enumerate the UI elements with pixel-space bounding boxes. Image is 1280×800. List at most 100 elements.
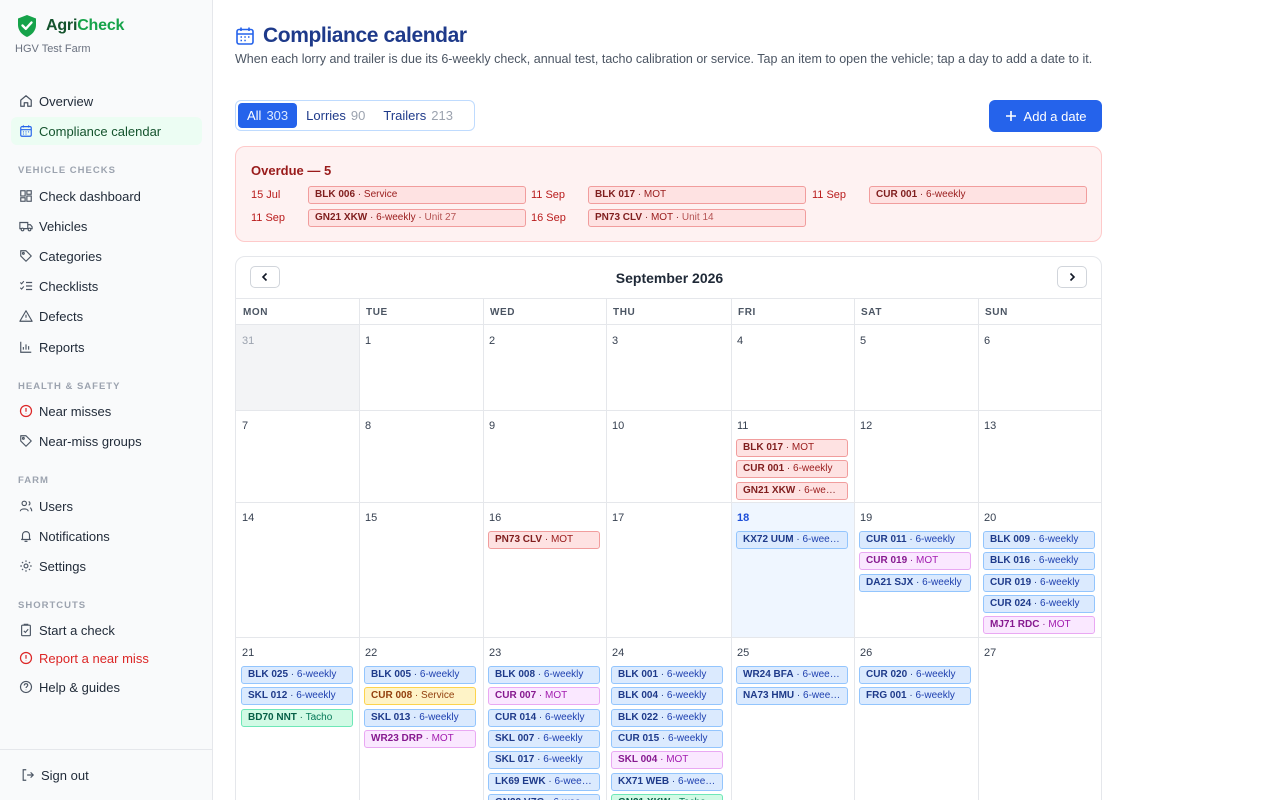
calendar-day-cell[interactable]: 25 WR24 BFA · 6-wee… NA73 HMU · 6-wee… — [731, 637, 854, 800]
calendar-day-cell[interactable]: 24 BLK 001 · 6-weekly BLK 004 · 6-weekly BL… — [606, 637, 731, 800]
calendar-day-cell[interactable]: 15 — [359, 502, 483, 637]
calendar-day-cell[interactable]: 2 — [483, 325, 606, 410]
day-number: 11 — [737, 420, 749, 432]
calendar-day-cell[interactable]: 9 — [483, 410, 606, 502]
calendar-event-chip[interactable]: SKL 007 · 6-weekly — [488, 729, 600, 748]
nav-check-dashboard[interactable]: Check dashboard — [11, 182, 202, 210]
calendar-day-cell[interactable]: 19 CUR 011 · 6-weekly CUR 019 · MOT DA21 SJ… — [854, 502, 978, 637]
calendar-day-cell[interactable]: 6 — [978, 325, 1101, 410]
nav-categories[interactable]: Categories — [11, 242, 202, 270]
calendar-event-chip[interactable]: BLK 001 · 6-weekly — [611, 666, 723, 684]
calendar-day-cell[interactable]: 5 — [854, 325, 978, 410]
calendar-day-cell[interactable]: 10 — [606, 410, 731, 502]
weekday-label: THU — [613, 307, 636, 318]
calendar-event-chip[interactable]: CUR 019 · MOT — [859, 552, 971, 571]
calendar-event-chip[interactable]: KX72 UUM · 6-wee… — [736, 531, 848, 549]
overdue-item[interactable]: GN21 XKW · 6-weekly · Unit 27 — [308, 209, 526, 227]
nav-start-check[interactable]: Start a check — [11, 616, 202, 644]
calendar-event-chip[interactable]: BLK 016 · 6-weekly — [983, 552, 1095, 571]
calendar-event-chip[interactable]: CUR 014 · 6-weekly — [488, 708, 600, 727]
calendar-event-chip[interactable]: BLK 025 · 6-weekly — [241, 666, 353, 684]
calendar-day-cell[interactable]: 7 — [236, 410, 359, 502]
calendar-event-chip[interactable]: PN73 CLV · MOT — [488, 531, 600, 549]
nav-report-near-miss[interactable]: Report a near miss — [11, 644, 202, 672]
overdue-item[interactable]: BLK 017 · MOT — [588, 186, 806, 204]
calendar-event-chip[interactable]: CUR 007 · MOT — [488, 687, 600, 706]
calendar-event-chip[interactable]: BD70 NNT · Tacho — [241, 708, 353, 727]
calendar-day-cell[interactable]: 1 — [359, 325, 483, 410]
calendar-day-cell[interactable]: 17 — [606, 502, 731, 637]
calendar-day-cell[interactable]: 23 BLK 008 · 6-weekly CUR 007 · MOT CUR 014… — [483, 637, 606, 800]
calendar-day-cell[interactable]: 21 BLK 025 · 6-weekly SKL 012 · 6-weekly BD… — [236, 637, 359, 800]
calendar-event-chip[interactable]: NA73 HMU · 6-wee… — [736, 687, 848, 706]
calendar-event-chip[interactable]: BLK 009 · 6-weekly — [983, 531, 1095, 549]
nav-defects[interactable]: Defects — [11, 302, 202, 330]
calendar-event-chip[interactable]: KX71 WEB · 6-wee… — [611, 772, 723, 791]
calendar-event-chip[interactable]: CUR 011 · 6-weekly — [859, 531, 971, 549]
overdue-item[interactable]: BLK 006 · Service — [308, 186, 526, 204]
calendar-event-chip[interactable]: WR24 BFA · 6-wee… — [736, 666, 848, 684]
calendar-event-chip[interactable]: GN22 VZG · 6-wee… — [488, 793, 600, 800]
calendar-event-chip[interactable]: CUR 001 · 6-weekly — [736, 460, 848, 479]
add-date-button[interactable]: Add a date — [989, 100, 1102, 132]
nav-reports[interactable]: Reports — [11, 333, 202, 361]
calendar-event-chip[interactable]: BLK 004 · 6-weekly — [611, 687, 723, 706]
calendar-day-cell[interactable]: 26 CUR 020 · 6-weekly FRG 001 · 6-weekly — [854, 637, 978, 800]
nav-sign-out[interactable]: Sign out — [13, 761, 204, 789]
nav-users[interactable]: Users — [11, 492, 202, 520]
brand-logo[interactable]: AgriCheck — [16, 14, 124, 38]
calendar-event-chip[interactable]: CUR 019 · 6-weekly — [983, 573, 1095, 592]
overdue-item[interactable]: PN73 CLV · MOT · Unit 14 — [588, 209, 806, 227]
calendar-day-cell[interactable]: 27 — [978, 637, 1101, 800]
nav-vehicles[interactable]: Vehicles — [11, 212, 202, 240]
calendar-event-chip[interactable]: SKL 012 · 6-weekly — [241, 687, 353, 706]
calendar-event-chip[interactable]: GN21 XKW · 6-wee… — [736, 481, 848, 500]
calendar-event-chip[interactable]: CUR 024 · 6-weekly — [983, 594, 1095, 613]
nav-overview[interactable]: Overview — [11, 87, 202, 115]
next-month-button[interactable] — [1057, 266, 1087, 288]
calendar-event-chip[interactable]: DA21 SJX · 6-weekly — [859, 573, 971, 592]
calendar-day-cell[interactable]: 11 BLK 017 · MOT CUR 001 · 6-weekly GN21 XK… — [731, 410, 854, 502]
calendar-day-cell[interactable]: 14 — [236, 502, 359, 637]
calendar-day-cell[interactable]: 4 — [731, 325, 854, 410]
calendar-day-cell[interactable]: 3 — [606, 325, 731, 410]
calendar-event-chip[interactable]: BLK 017 · MOT — [736, 439, 848, 457]
calendar-event-chip[interactable]: SKL 013 · 6-weekly — [364, 708, 476, 727]
page-header: Compliance calendar — [235, 24, 467, 48]
nav-section-vehicle-checks: VEHICLE CHECKS — [18, 165, 116, 176]
calendar-event-chip[interactable]: FRG 001 · 6-weekly — [859, 687, 971, 706]
calendar-event-chip[interactable]: GN21 XKW · Tacho — [611, 793, 723, 800]
calendar-day-cell[interactable]: 16 PN73 CLV · MOT — [483, 502, 606, 637]
calendar-event-chip[interactable]: BLK 008 · 6-weekly — [488, 666, 600, 684]
calendar-day-cell[interactable]: 18 KX72 UUM · 6-wee… — [731, 502, 854, 637]
calendar-event-chip[interactable]: BLK 022 · 6-weekly — [611, 708, 723, 727]
calendar-event-chip[interactable]: MJ71 RDC · MOT — [983, 616, 1095, 635]
filter-trailers[interactable]: Trailers 213 — [374, 103, 462, 128]
calendar-event-chip[interactable]: SKL 004 · MOT — [611, 751, 723, 770]
calendar-event-chip[interactable]: CUR 008 · Service — [364, 687, 476, 706]
calendar-day-cell[interactable]: 8 — [359, 410, 483, 502]
calendar-day-cell[interactable]: 22 BLK 005 · 6-weekly CUR 008 · Service SKL… — [359, 637, 483, 800]
overdue-item[interactable]: CUR 001 · 6-weekly — [869, 186, 1087, 204]
nav-settings[interactable]: Settings — [11, 552, 202, 580]
nav-help-guides[interactable]: Help & guides — [11, 673, 202, 701]
calendar-day-cell[interactable]: 13 — [978, 410, 1101, 502]
calendar-event-chip[interactable]: CUR 015 · 6-weekly — [611, 729, 723, 748]
nav-notifications[interactable]: Notifications — [11, 522, 202, 550]
calendar-day-cell[interactable]: 12 — [854, 410, 978, 502]
nav-checklists[interactable]: Checklists — [11, 272, 202, 300]
calendar-event-chip[interactable]: SKL 017 · 6-weekly — [488, 751, 600, 770]
calendar-event-chip[interactable]: WR23 DRP · MOT — [364, 729, 476, 748]
day-number: 1 — [365, 335, 372, 347]
nav-near-miss-groups[interactable]: Near-miss groups — [11, 427, 202, 455]
nav-near-misses[interactable]: Near misses — [11, 397, 202, 425]
calendar-day-cell[interactable]: 31 — [236, 325, 359, 410]
calendar-event-chip[interactable]: CUR 020 · 6-weekly — [859, 666, 971, 684]
calendar-event-chip[interactable]: LK69 EWK · 6-wee… — [488, 772, 600, 791]
filter-all[interactable]: All 303 — [238, 103, 298, 128]
calendar-day-cell[interactable]: 20 BLK 009 · 6-weekly BLK 016 · 6-weekly CU… — [978, 502, 1101, 637]
day-number: 6 — [984, 335, 991, 347]
nav-compliance-calendar[interactable]: Compliance calendar — [11, 117, 202, 145]
calendar-event-chip[interactable]: BLK 005 · 6-weekly — [364, 666, 476, 684]
filter-lorries[interactable]: Lorries 90 — [297, 103, 374, 128]
